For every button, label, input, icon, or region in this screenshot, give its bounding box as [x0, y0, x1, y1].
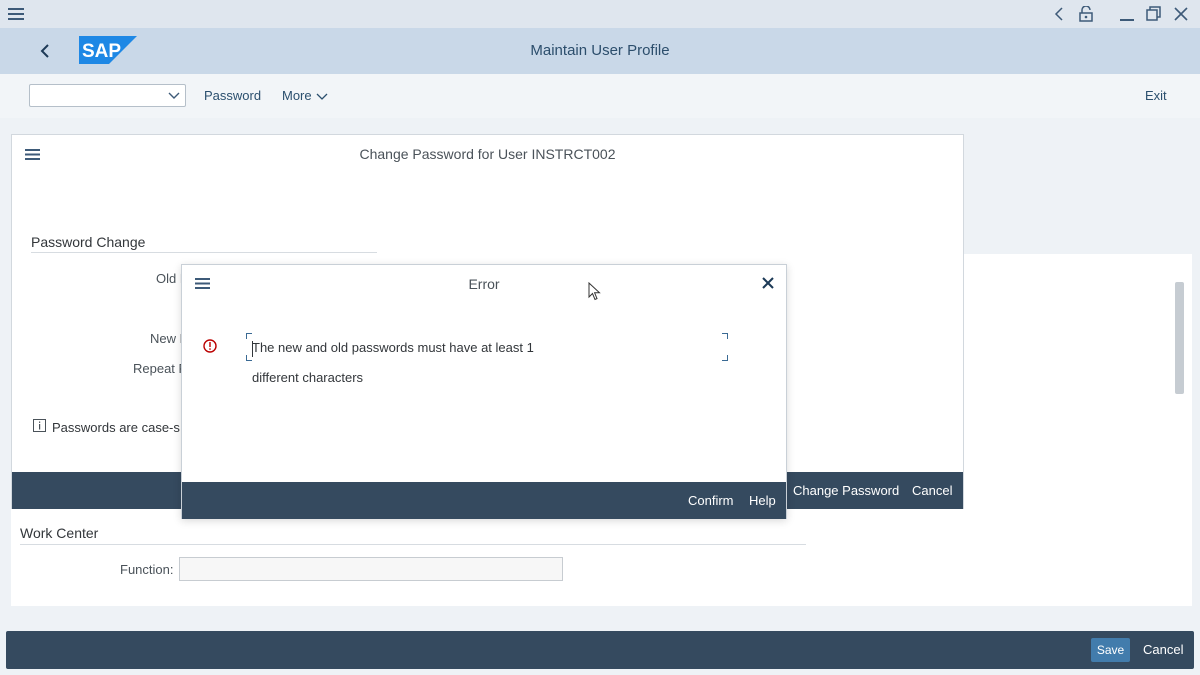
- error-message-line: different characters: [252, 370, 364, 385]
- chevron-down-icon: [316, 93, 328, 100]
- case-sensitive-info: Passwords are case-s: [52, 420, 180, 435]
- divider: [20, 544, 806, 545]
- close-icon[interactable]: [762, 277, 774, 289]
- hamburger-menu-icon[interactable]: [6, 4, 26, 24]
- confirm-button[interactable]: Confirm: [688, 493, 734, 508]
- save-button[interactable]: Save: [1091, 638, 1130, 662]
- window-title-bar: [0, 0, 1200, 28]
- window-back-icon[interactable]: [1049, 4, 1069, 24]
- app-footer: Save Cancel: [6, 631, 1194, 669]
- error-message-line: The new and old passwords must have at l…: [252, 340, 534, 355]
- error-dialog: Error The new and old passwords must hav…: [181, 264, 787, 519]
- panel-cancel-button[interactable]: Cancel: [912, 483, 952, 498]
- function-label: Function:: [120, 562, 174, 577]
- shell-title: Maintain User Profile: [530, 42, 670, 59]
- unlock-icon[interactable]: [1076, 4, 1096, 24]
- dialog-title: Error: [468, 276, 500, 292]
- text-caret: [252, 341, 253, 357]
- function-input[interactable]: [179, 557, 563, 581]
- chevron-down-icon[interactable]: [167, 89, 181, 103]
- exit-button[interactable]: Exit: [1145, 88, 1167, 103]
- info-icon: [33, 419, 46, 432]
- work-center-title: Work Center: [20, 525, 99, 541]
- window-close-icon[interactable]: [1171, 4, 1191, 24]
- more-label: More: [282, 88, 312, 103]
- restore-icon[interactable]: [1144, 4, 1164, 24]
- minimize-icon[interactable]: [1117, 4, 1137, 24]
- command-field[interactable]: [29, 84, 186, 107]
- dialog-footer: Confirm Help: [182, 482, 786, 519]
- password-change-group-title: Password Change: [31, 234, 146, 250]
- error-message: The new and old passwords must have at l…: [252, 339, 552, 387]
- error-icon: [203, 339, 217, 353]
- divider: [31, 252, 377, 253]
- password-button[interactable]: Password: [204, 88, 261, 103]
- more-menu-button[interactable]: More: [282, 88, 328, 103]
- toolbar: Password More Exit: [0, 74, 1200, 118]
- repeat-password-label: Repeat P: [133, 361, 188, 376]
- scrollbar-thumb[interactable]: [1175, 282, 1184, 394]
- cancel-button[interactable]: Cancel: [1143, 642, 1183, 657]
- panel-title: Change Password for User INSTRCT002: [359, 146, 616, 162]
- change-password-button[interactable]: Change Password: [793, 483, 899, 498]
- mouse-cursor-icon: [588, 282, 601, 301]
- help-button[interactable]: Help: [749, 493, 776, 508]
- shell-header: SAP Maintain User Profile: [0, 28, 1200, 74]
